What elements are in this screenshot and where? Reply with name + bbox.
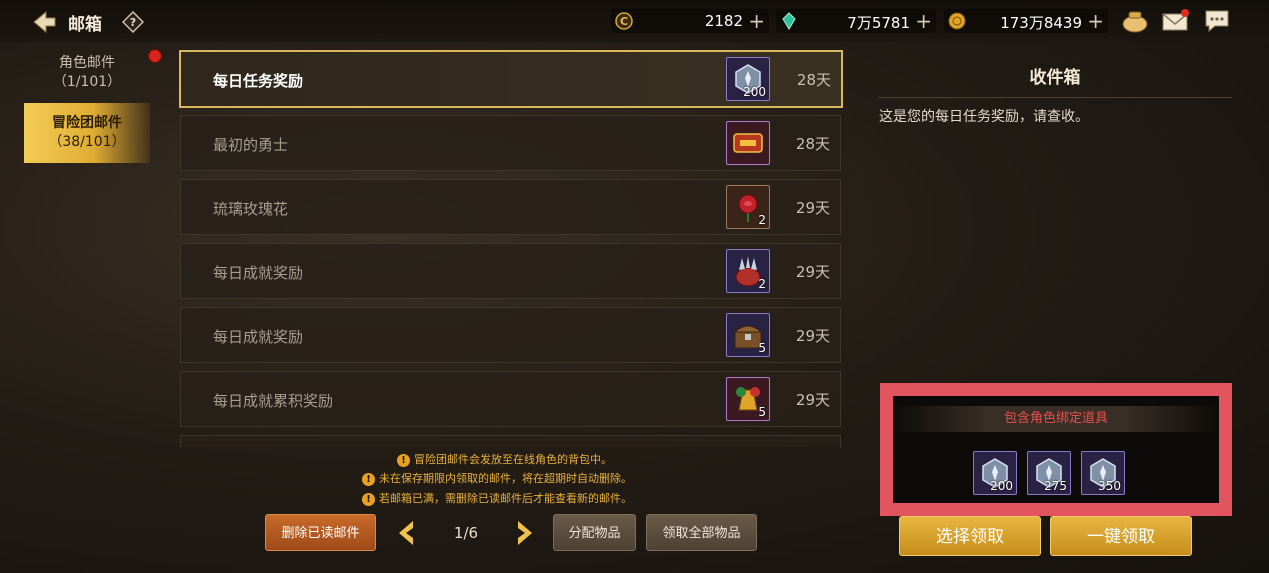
reward-item[interactable]: 200 bbox=[973, 451, 1017, 495]
help-icon[interactable]: ? bbox=[122, 11, 144, 33]
mail-expiry: 29天 bbox=[795, 199, 830, 217]
resource-crystal: 7万5781 + bbox=[776, 9, 936, 33]
delete-read-button[interactable]: 删除已读邮件 bbox=[265, 514, 376, 551]
reward-qty: 350 bbox=[1098, 479, 1121, 493]
inbox-title: 收件箱 bbox=[1029, 68, 1081, 88]
reward-item[interactable]: 275 bbox=[1027, 451, 1071, 495]
mail-item[interactable]: 每日任务奖励 200 28天 bbox=[179, 50, 843, 108]
green-crystal-icon bbox=[782, 12, 796, 30]
resource-value: 2182 bbox=[704, 12, 743, 30]
zuichu-badge-icon bbox=[733, 133, 763, 153]
mail-item[interactable]: 每日成就奖励 2 29天 bbox=[180, 243, 841, 299]
mail-item-partial[interactable] bbox=[180, 435, 841, 447]
mail-subject: 最初的勇士 bbox=[213, 136, 289, 154]
add-resource-button[interactable]: + bbox=[748, 9, 765, 33]
mail-attachment: 200 bbox=[726, 57, 770, 101]
select-claim-button[interactable]: 选择领取 bbox=[899, 516, 1041, 556]
tab-count: （1/101） bbox=[52, 74, 122, 90]
attachment-qty: 5 bbox=[758, 405, 766, 419]
resource-value: 7万5781 bbox=[847, 14, 910, 32]
attachment-qty: 200 bbox=[743, 85, 766, 99]
notice-text: 冒险团邮件会发放至在线角色的背包中。 bbox=[414, 453, 612, 466]
attachment-qty: 2 bbox=[758, 277, 766, 291]
page-indicator: 1/6 bbox=[453, 524, 479, 542]
mail-subject: 每日成就奖励 bbox=[213, 328, 304, 346]
resource-gold: 173万8439 + bbox=[944, 9, 1108, 33]
mail-expiry: 29天 bbox=[795, 391, 830, 409]
add-resource-button[interactable]: + bbox=[1087, 9, 1104, 33]
back-arrow-icon[interactable] bbox=[30, 8, 58, 36]
mail-expiry: 28天 bbox=[795, 135, 830, 153]
resource-gold-c: C 2182 + bbox=[611, 9, 769, 33]
mail-attachment: 5 bbox=[726, 313, 770, 357]
svg-text:C: C bbox=[620, 15, 628, 28]
reward-qty: 200 bbox=[990, 479, 1013, 493]
attachment-qty: 5 bbox=[758, 341, 766, 355]
warning-icon: ! bbox=[362, 493, 375, 506]
bound-items-header: 包含角色绑定道具 bbox=[893, 406, 1219, 432]
attachment-qty: 2 bbox=[758, 213, 766, 227]
notice-text: 若邮箱已满，需删除已读邮件后才能查看新的邮件。 bbox=[379, 492, 632, 505]
reward-qty: 275 bbox=[1044, 479, 1067, 493]
warning-icon: ! bbox=[397, 454, 410, 467]
mail-expiry: 28天 bbox=[796, 71, 831, 89]
gold-coin-c-icon: C bbox=[615, 12, 633, 30]
tab-character-mail[interactable]: 角色邮件 （1/101） bbox=[24, 54, 150, 94]
prev-page-icon[interactable] bbox=[395, 519, 417, 547]
divider bbox=[878, 97, 1232, 98]
notice-line: ! 未在保存期限内领取的邮件，将在超期时自动删除。 bbox=[362, 470, 632, 486]
tab-adventure-team-mail[interactable]: 冒险团邮件 （38/101） bbox=[24, 103, 150, 163]
tab-label: 角色邮件 bbox=[59, 55, 115, 71]
page-title: 邮箱 bbox=[68, 15, 102, 35]
gold-coin-icon bbox=[948, 12, 966, 30]
chat-icon[interactable] bbox=[1203, 8, 1231, 34]
mail-attachment: 2 bbox=[726, 185, 770, 229]
svg-text:?: ? bbox=[130, 16, 136, 29]
resource-value: 173万8439 bbox=[1000, 14, 1082, 32]
notice-text: 未在保存期限内领取的邮件，将在超期时自动删除。 bbox=[379, 472, 632, 485]
mail-expiry: 29天 bbox=[795, 263, 830, 281]
mail-item[interactable]: 每日成就累积奖励 5 29天 bbox=[180, 371, 841, 427]
mail-expiry: 29天 bbox=[795, 327, 830, 345]
add-resource-button[interactable]: + bbox=[915, 9, 932, 33]
claim-all-items-button[interactable]: 领取全部物品 bbox=[646, 514, 757, 551]
reward-item[interactable]: 350 bbox=[1081, 451, 1125, 495]
tab-label: 冒险团邮件 bbox=[52, 115, 122, 131]
mail-attachment: 2 bbox=[726, 249, 770, 293]
mail-subject: 每日任务奖励 bbox=[213, 72, 304, 90]
mail-item[interactable]: 每日成就奖励 5 29天 bbox=[180, 307, 841, 363]
mail-subject: 琉璃玫瑰花 bbox=[213, 200, 289, 218]
mail-icon[interactable] bbox=[1161, 8, 1189, 34]
mail-item[interactable]: 琉璃玫瑰花 2 29天 bbox=[180, 179, 841, 235]
mail-subject: 每日成就累积奖励 bbox=[213, 392, 334, 410]
mail-item[interactable]: 最初的勇士 28天 bbox=[180, 115, 841, 171]
tab-count: （38/101） bbox=[48, 134, 126, 150]
mail-attachment: 5 bbox=[726, 377, 770, 421]
mail-subject: 每日成就奖励 bbox=[213, 264, 304, 282]
mail-body: 这是您的每日任务奖励，请查收。 bbox=[879, 109, 1089, 125]
warning-icon: ! bbox=[362, 473, 375, 486]
notice-line: ! 若邮箱已满，需删除已读邮件后才能查看新的邮件。 bbox=[362, 490, 632, 506]
next-page-icon[interactable] bbox=[514, 519, 536, 547]
pouch-icon[interactable] bbox=[1121, 8, 1149, 34]
notice-line: ! 冒险团邮件会发放至在线角色的背包中。 bbox=[397, 451, 612, 467]
one-click-claim-button[interactable]: 一键领取 bbox=[1050, 516, 1192, 556]
notification-dot bbox=[148, 49, 162, 63]
mail-attachment bbox=[726, 121, 770, 165]
bound-items-panel: 包含角色绑定道具 200 275 350 bbox=[880, 383, 1232, 516]
distribute-items-button[interactable]: 分配物品 bbox=[553, 514, 636, 551]
